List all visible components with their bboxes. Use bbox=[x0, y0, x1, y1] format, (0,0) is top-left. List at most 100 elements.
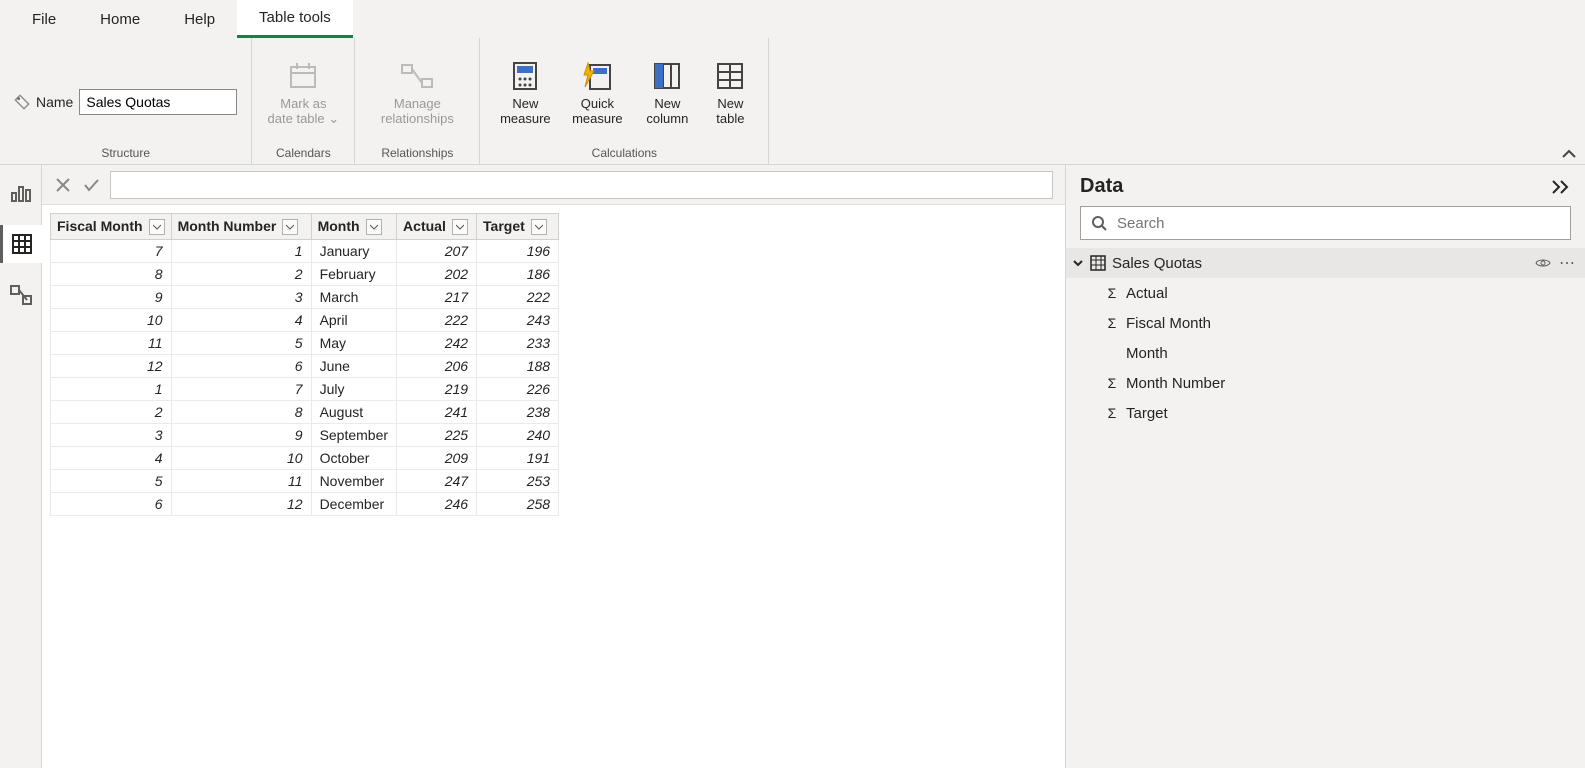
table-row[interactable]: 612December246258 bbox=[51, 493, 559, 516]
table-row[interactable]: 17July219226 bbox=[51, 378, 559, 401]
new-measure-button[interactable]: New measure bbox=[494, 59, 556, 127]
cell-target[interactable]: 233 bbox=[477, 332, 559, 355]
cell-fiscal-month[interactable]: 10 bbox=[51, 309, 172, 332]
cell-actual[interactable]: 246 bbox=[397, 493, 477, 516]
collapse-pane-button[interactable] bbox=[1551, 179, 1571, 195]
table-name-input[interactable] bbox=[79, 89, 237, 115]
collapse-ribbon-button[interactable] bbox=[1561, 146, 1577, 162]
tab-file[interactable]: File bbox=[10, 0, 78, 38]
table-row[interactable]: 511November247253 bbox=[51, 470, 559, 493]
cell-month[interactable]: July bbox=[311, 378, 396, 401]
table-row[interactable]: 104April222243 bbox=[51, 309, 559, 332]
search-box[interactable] bbox=[1080, 206, 1571, 240]
filter-dropdown-icon[interactable] bbox=[366, 219, 382, 235]
cell-month[interactable]: September bbox=[311, 424, 396, 447]
data-view-button[interactable] bbox=[0, 225, 42, 263]
cell-target[interactable]: 188 bbox=[477, 355, 559, 378]
col-header-month-number[interactable]: Month Number bbox=[171, 214, 311, 240]
cell-month-number[interactable]: 3 bbox=[171, 286, 311, 309]
cancel-formula-button[interactable] bbox=[54, 176, 72, 194]
new-column-button[interactable]: New column bbox=[638, 59, 696, 127]
tree-field-fiscal-month[interactable]: ΣFiscal Month bbox=[1066, 308, 1585, 338]
cell-target[interactable]: 238 bbox=[477, 401, 559, 424]
commit-formula-button[interactable] bbox=[82, 176, 100, 194]
cell-month-number[interactable]: 10 bbox=[171, 447, 311, 470]
search-input[interactable] bbox=[1115, 214, 1560, 233]
table-row[interactable]: 410October209191 bbox=[51, 447, 559, 470]
cell-target[interactable]: 222 bbox=[477, 286, 559, 309]
filter-dropdown-icon[interactable] bbox=[282, 219, 298, 235]
cell-actual[interactable]: 217 bbox=[397, 286, 477, 309]
cell-month-number[interactable]: 4 bbox=[171, 309, 311, 332]
filter-dropdown-icon[interactable] bbox=[531, 219, 547, 235]
cell-actual[interactable]: 225 bbox=[397, 424, 477, 447]
table-row[interactable]: 126June206188 bbox=[51, 355, 559, 378]
cell-actual[interactable]: 206 bbox=[397, 355, 477, 378]
table-row[interactable]: 93March217222 bbox=[51, 286, 559, 309]
col-header-actual[interactable]: Actual bbox=[397, 214, 477, 240]
cell-month[interactable]: January bbox=[311, 240, 396, 263]
cell-fiscal-month[interactable]: 3 bbox=[51, 424, 172, 447]
table-row[interactable]: 82February202186 bbox=[51, 263, 559, 286]
cell-month-number[interactable]: 12 bbox=[171, 493, 311, 516]
more-options-button[interactable]: ⋯ bbox=[1559, 253, 1575, 273]
cell-actual[interactable]: 241 bbox=[397, 401, 477, 424]
cell-target[interactable]: 253 bbox=[477, 470, 559, 493]
cell-month[interactable]: December bbox=[311, 493, 396, 516]
cell-actual[interactable]: 209 bbox=[397, 447, 477, 470]
cell-month[interactable]: June bbox=[311, 355, 396, 378]
tree-field-month-number[interactable]: ΣMonth Number bbox=[1066, 368, 1585, 398]
tab-help[interactable]: Help bbox=[162, 0, 237, 38]
cell-actual[interactable]: 202 bbox=[397, 263, 477, 286]
cell-month-number[interactable]: 11 bbox=[171, 470, 311, 493]
cell-month-number[interactable]: 1 bbox=[171, 240, 311, 263]
tree-field-month[interactable]: Month bbox=[1066, 338, 1585, 368]
cell-month[interactable]: November bbox=[311, 470, 396, 493]
cell-actual[interactable]: 247 bbox=[397, 470, 477, 493]
cell-actual[interactable]: 222 bbox=[397, 309, 477, 332]
cell-fiscal-month[interactable]: 12 bbox=[51, 355, 172, 378]
cell-target[interactable]: 191 bbox=[477, 447, 559, 470]
model-view-button[interactable] bbox=[0, 277, 42, 315]
cell-fiscal-month[interactable]: 8 bbox=[51, 263, 172, 286]
table-row[interactable]: 39September225240 bbox=[51, 424, 559, 447]
tab-home[interactable]: Home bbox=[78, 0, 162, 38]
col-header-fiscal-month[interactable]: Fiscal Month bbox=[51, 214, 172, 240]
cell-target[interactable]: 258 bbox=[477, 493, 559, 516]
visibility-icon[interactable] bbox=[1535, 255, 1551, 271]
table-row[interactable]: 28August241238 bbox=[51, 401, 559, 424]
quick-measure-button[interactable]: Quick measure bbox=[566, 59, 628, 127]
cell-month[interactable]: February bbox=[311, 263, 396, 286]
tree-field-target[interactable]: ΣTarget bbox=[1066, 398, 1585, 428]
formula-input[interactable] bbox=[110, 171, 1053, 199]
mark-as-date-table-button[interactable]: Mark as date table ⌄ bbox=[266, 59, 340, 127]
new-table-button[interactable]: New table bbox=[706, 59, 754, 127]
col-header-month[interactable]: Month bbox=[311, 214, 396, 240]
cell-month-number[interactable]: 9 bbox=[171, 424, 311, 447]
cell-month-number[interactable]: 2 bbox=[171, 263, 311, 286]
tree-field-actual[interactable]: ΣActual bbox=[1066, 278, 1585, 308]
report-view-button[interactable] bbox=[0, 173, 42, 211]
cell-month[interactable]: October bbox=[311, 447, 396, 470]
manage-relationships-button[interactable]: Manage relationships bbox=[369, 59, 465, 127]
cell-month-number[interactable]: 8 bbox=[171, 401, 311, 424]
cell-fiscal-month[interactable]: 4 bbox=[51, 447, 172, 470]
cell-month[interactable]: May bbox=[311, 332, 396, 355]
cell-fiscal-month[interactable]: 11 bbox=[51, 332, 172, 355]
cell-month-number[interactable]: 6 bbox=[171, 355, 311, 378]
cell-target[interactable]: 196 bbox=[477, 240, 559, 263]
cell-month-number[interactable]: 5 bbox=[171, 332, 311, 355]
cell-target[interactable]: 240 bbox=[477, 424, 559, 447]
cell-fiscal-month[interactable]: 7 bbox=[51, 240, 172, 263]
cell-target[interactable]: 243 bbox=[477, 309, 559, 332]
cell-fiscal-month[interactable]: 6 bbox=[51, 493, 172, 516]
col-header-target[interactable]: Target bbox=[477, 214, 559, 240]
table-row[interactable]: 115May242233 bbox=[51, 332, 559, 355]
cell-fiscal-month[interactable]: 9 bbox=[51, 286, 172, 309]
cell-target[interactable]: 186 bbox=[477, 263, 559, 286]
filter-dropdown-icon[interactable] bbox=[149, 219, 165, 235]
cell-actual[interactable]: 219 bbox=[397, 378, 477, 401]
cell-month[interactable]: April bbox=[311, 309, 396, 332]
table-row[interactable]: 71January207196 bbox=[51, 240, 559, 263]
tab-table-tools[interactable]: Table tools bbox=[237, 0, 353, 38]
